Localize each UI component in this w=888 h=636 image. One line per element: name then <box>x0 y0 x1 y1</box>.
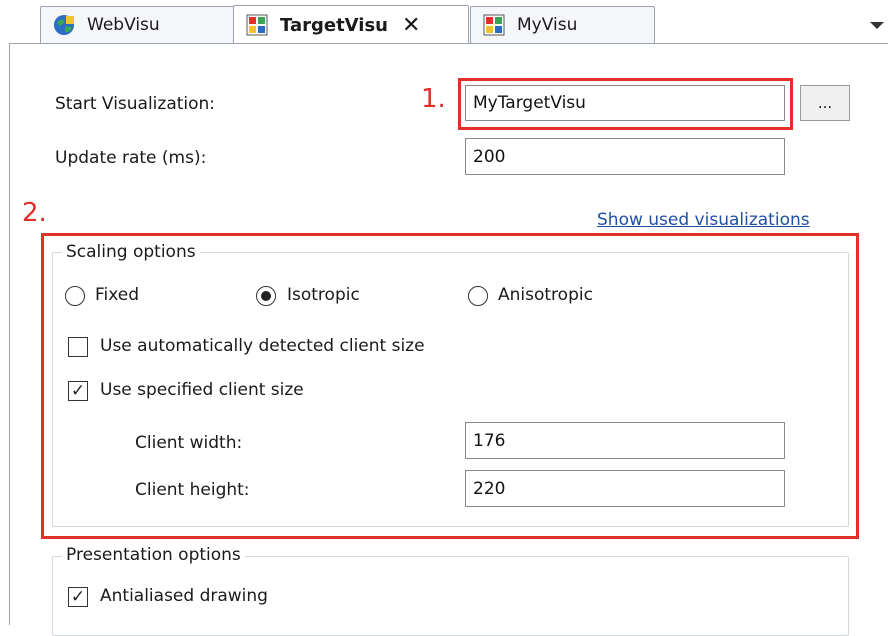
client-width-input[interactable] <box>465 422 785 459</box>
targetvisu-icon <box>246 14 268 36</box>
auto-detect-label: Use automatically detected client size <box>100 336 425 356</box>
client-height-label: Client height: <box>135 480 250 500</box>
tab-label: TargetVisu <box>280 14 388 36</box>
radio-fixed-label: Fixed <box>95 285 140 305</box>
specified-size-checkbox[interactable]: ✓ <box>68 381 88 401</box>
auto-detect-checkbox[interactable] <box>68 337 88 357</box>
update-rate-input[interactable] <box>465 138 785 175</box>
update-rate-label: Update rate (ms): <box>55 148 207 168</box>
radio-fixed[interactable] <box>65 286 85 306</box>
radio-isotropic-label: Isotropic <box>287 285 360 305</box>
radio-anisotropic-label: Anisotropic <box>498 285 593 305</box>
step-1-annotation: 1. <box>421 84 446 114</box>
tab-targetvisu[interactable]: TargetVisu ✕ <box>233 5 469 44</box>
client-height-input[interactable] <box>465 470 785 507</box>
tab-label: MyVisu <box>517 15 578 35</box>
start-visualization-input[interactable] <box>465 85 785 121</box>
antialiased-checkbox[interactable]: ✓ <box>68 587 88 607</box>
scaling-options-title: Scaling options <box>62 242 200 262</box>
specified-size-label: Use specified client size <box>100 380 304 400</box>
tab-label: WebVisu <box>87 15 160 35</box>
antialiased-label: Antialiased drawing <box>100 586 268 606</box>
radio-isotropic[interactable] <box>256 286 276 306</box>
browse-button[interactable]: ... <box>800 85 850 121</box>
close-tab-icon[interactable]: ✕ <box>402 13 420 38</box>
tab-strip: WebVisu TargetVisu ✕ MyVisu <box>0 0 888 44</box>
radio-anisotropic[interactable] <box>468 286 488 306</box>
start-visualization-label: Start Visualization: <box>55 94 216 114</box>
client-width-label: Client width: <box>135 433 243 453</box>
myvisu-icon <box>483 14 505 36</box>
presentation-options-title: Presentation options <box>62 545 245 565</box>
step-2-annotation: 2. <box>22 198 47 228</box>
tab-myvisu[interactable]: MyVisu <box>470 6 655 43</box>
tab-list-dropdown-icon[interactable] <box>870 22 884 29</box>
webvisu-globe-icon <box>53 14 75 36</box>
show-used-visualizations-link[interactable]: Show used visualizations <box>597 210 810 230</box>
tab-webvisu[interactable]: WebVisu <box>40 6 235 43</box>
